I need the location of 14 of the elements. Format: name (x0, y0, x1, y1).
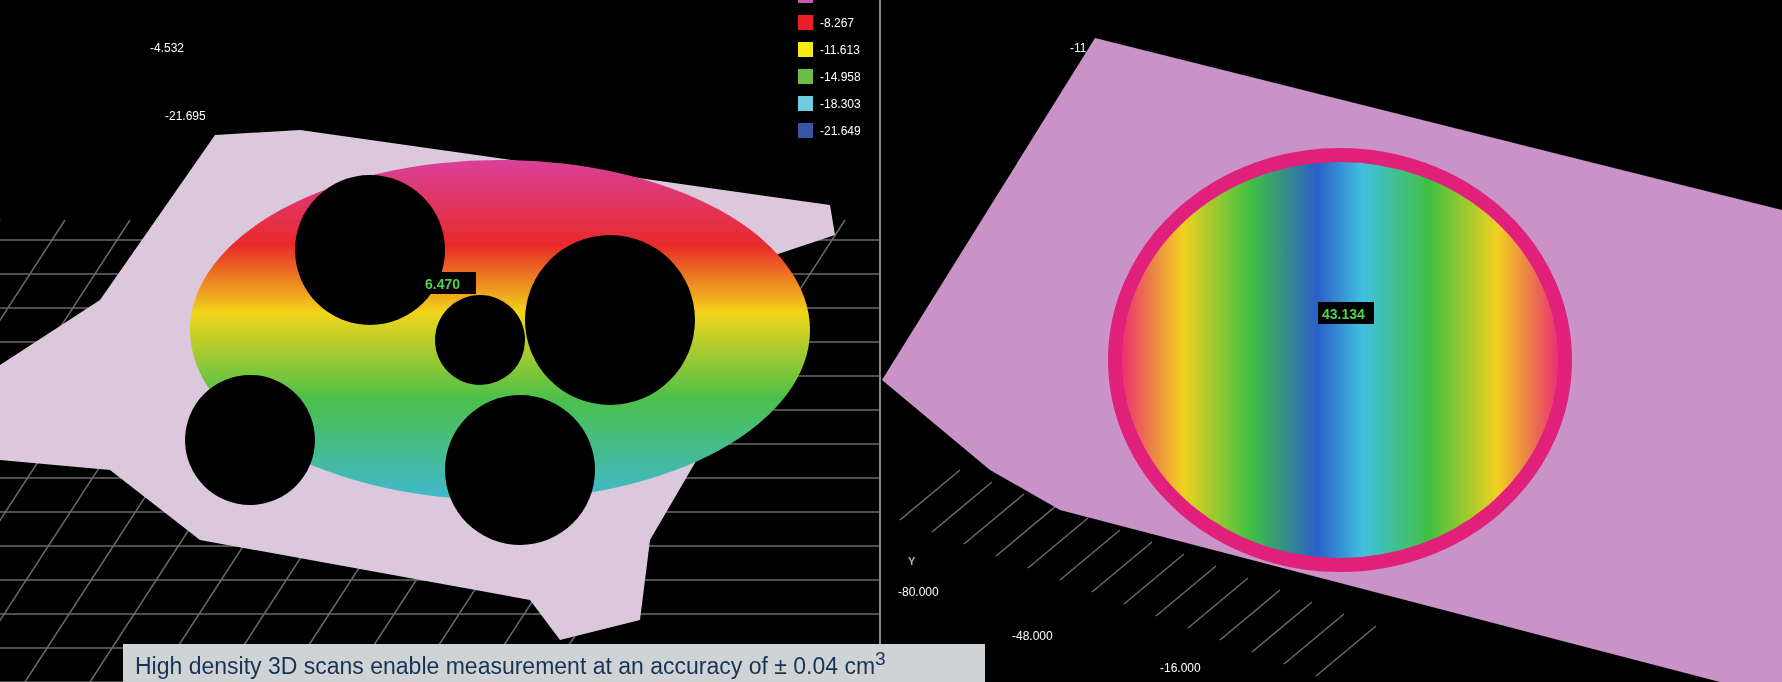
axis-label: -11 (1070, 41, 1087, 55)
axis-label: -80.000 (898, 585, 939, 599)
caption-text: High density 3D scans enable measurement at an accuracy of ± 0.04 cm$^{3}$ (123, 644, 985, 682)
axis-label: -4.532 (150, 41, 185, 55)
axis-label: -48.000 (1012, 629, 1053, 643)
legend-label: -11.613 (820, 43, 860, 57)
axis-label: -16.000 (1160, 661, 1201, 675)
legend-label: -8.267 (820, 16, 855, 30)
legend-label: -21.649 (820, 124, 861, 138)
axis-label: -21.695 (165, 109, 206, 123)
measurement-tag: 43.134 (1318, 302, 1374, 324)
legend-label: -18.303 (820, 97, 861, 111)
axis-name: Y (908, 555, 916, 567)
legend-label: -14.958 (820, 70, 861, 84)
